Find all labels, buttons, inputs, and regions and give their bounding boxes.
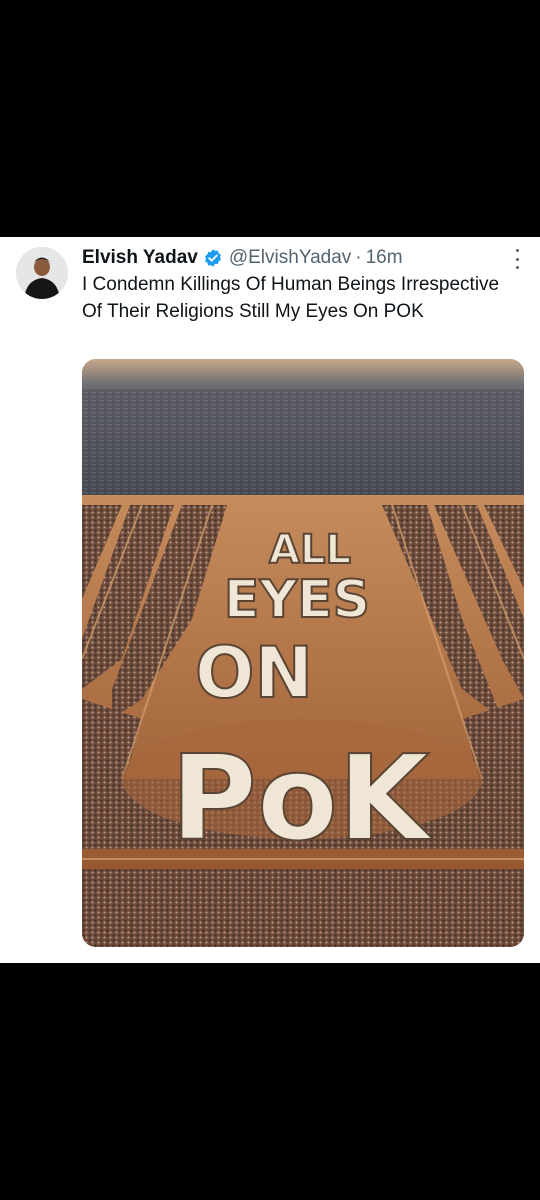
tweet-timestamp[interactable]: 16m <box>366 247 403 269</box>
top-black-area <box>0 0 540 237</box>
image-text-on: ON <box>195 632 313 714</box>
more-options-icon[interactable] <box>512 249 522 269</box>
image-text-eyes: EYES <box>224 570 370 630</box>
image-text-pok: PoK <box>171 729 435 867</box>
image-text-all: ALL <box>269 527 351 573</box>
tweet-text: I Condemn Killings Of Human Beings Irres… <box>82 274 500 322</box>
author-name[interactable]: Elvish Yadav <box>82 247 198 269</box>
tweet-card[interactable]: Elvish Yadav @ElvishYadav · 16m I Condem… <box>0 237 540 963</box>
separator-dot: · <box>355 247 362 268</box>
tweet-media-image[interactable]: ALL EYES ON PoK <box>82 359 524 947</box>
tweet-header: Elvish Yadav @ElvishYadav · 16m <box>82 245 500 271</box>
author-handle[interactable]: @ElvishYadav <box>229 247 351 269</box>
verified-badge-icon <box>203 248 223 268</box>
avatar[interactable] <box>16 247 68 299</box>
bottom-black-area <box>0 963 540 1200</box>
